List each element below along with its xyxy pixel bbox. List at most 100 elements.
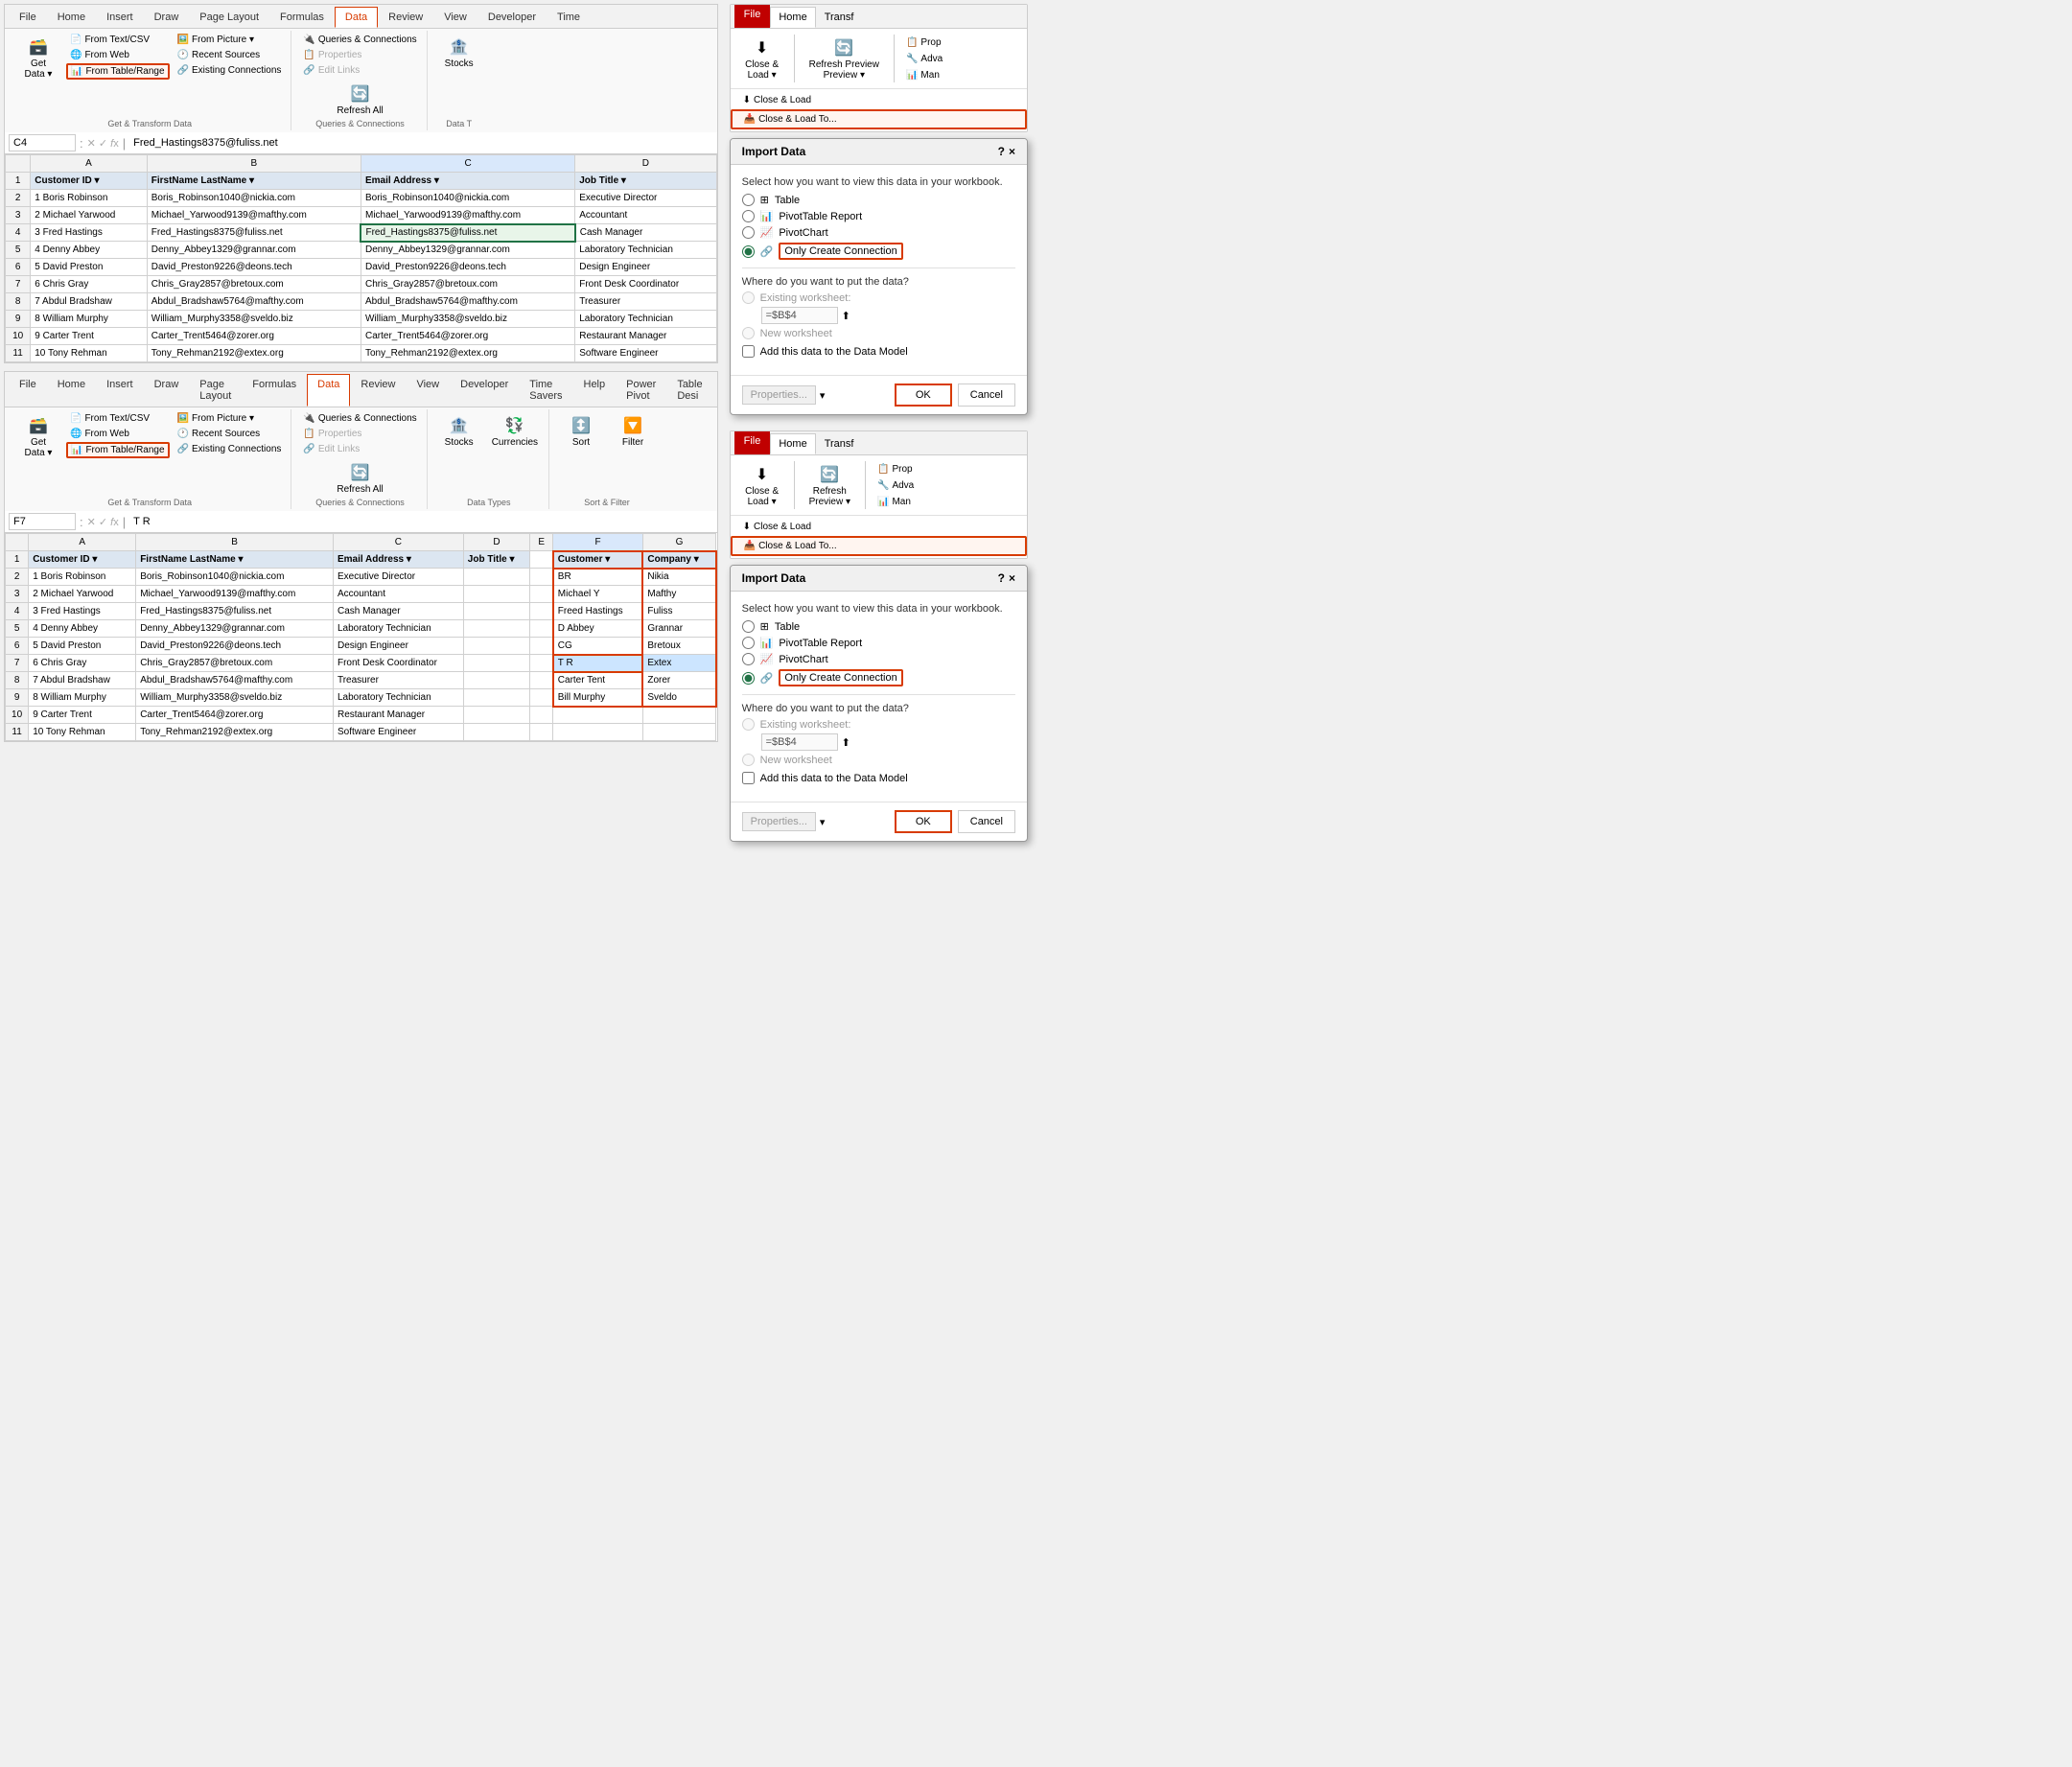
tab-insert-bot[interactable]: Insert <box>96 374 144 407</box>
cancel-button-top[interactable]: Cancel <box>958 384 1015 407</box>
col-c-bot[interactable]: C <box>333 534 463 551</box>
col-c-top[interactable]: C <box>361 155 574 173</box>
col-e-bot[interactable]: E <box>530 534 553 551</box>
col-a-bot[interactable]: A <box>29 534 136 551</box>
man-btn-bot[interactable]: 📊 Man <box>873 495 918 509</box>
existing-connections-top-button[interactable]: 🔗 Existing Connections <box>174 63 286 78</box>
radio-table-bot[interactable] <box>742 620 755 633</box>
radio-connection-top[interactable] <box>742 245 755 258</box>
existing-connections-bot[interactable]: 🔗 Existing Connections <box>174 442 286 456</box>
get-data-button-bot[interactable]: 🗃️ Get Data ▾ <box>14 411 62 461</box>
tab-home-bot[interactable]: Home <box>47 374 96 407</box>
tab-review[interactable]: Review <box>378 7 433 28</box>
get-data-button[interactable]: 🗃️ Get Data ▾ <box>14 33 62 82</box>
pq-transf-tab-top[interactable]: Transf <box>816 7 863 28</box>
queries-connections-button[interactable]: 🔌 Queries & Connections <box>299 33 420 47</box>
tab-file-bot[interactable]: File <box>9 374 47 407</box>
radio-table-top[interactable] <box>742 194 755 206</box>
from-picture-bot[interactable]: 🖼️ From Picture ▾ <box>174 411 286 426</box>
tab-review-bot[interactable]: Review <box>350 374 406 407</box>
prop-btn-bot[interactable]: 📋 Prop <box>873 462 918 477</box>
tab-developer-bot[interactable]: Developer <box>450 374 519 407</box>
tab-timesavers[interactable]: Time Savers <box>519 374 572 407</box>
col-d-bot[interactable]: D <box>463 534 529 551</box>
tab-data-bot[interactable]: Data <box>307 374 350 407</box>
option-table-top[interactable]: ⊞ Table <box>742 194 1015 206</box>
tab-view[interactable]: View <box>433 7 477 28</box>
option-pivotchart-bot[interactable]: 📈 PivotChart <box>742 653 1015 665</box>
radio-connection-bot[interactable] <box>742 672 755 685</box>
tab-time[interactable]: Time <box>547 7 591 28</box>
close-load-to-bot[interactable]: 📥 Close & Load To... <box>731 536 1027 556</box>
adva-btn-bot[interactable]: 🔧 Adva <box>873 478 918 493</box>
properties-button-bot[interactable]: 📋 Properties <box>299 427 420 441</box>
man-btn-top[interactable]: 📊 Man <box>902 68 946 82</box>
tab-pagelayout[interactable]: Page Layout <box>189 7 269 28</box>
recent-sources-button[interactable]: 🕐 Recent Sources <box>174 48 286 62</box>
tab-home[interactable]: Home <box>47 7 96 28</box>
queries-connections-bot[interactable]: 🔌 Queries & Connections <box>299 411 420 426</box>
refresh-all-button-bot[interactable]: 🔄 Refresh All <box>332 458 387 498</box>
refresh-preview-button-bot[interactable]: 🔄 Refresh Preview ▾ <box>803 459 857 511</box>
sort-btn[interactable]: ↕️ Sort <box>557 411 605 451</box>
option-connection-bot[interactable]: 🔗 Only Create Connection <box>742 669 1015 686</box>
option-connection-top[interactable]: 🔗 Only Create Connection <box>742 243 1015 260</box>
refresh-preview-button-top[interactable]: 🔄 Refresh Preview Preview ▾ <box>803 33 886 84</box>
radio-pivotchart-top[interactable] <box>742 226 755 239</box>
close-load-to-top[interactable]: 📥 Close & Load To... <box>731 109 1027 129</box>
pq-file-tab-top[interactable]: File <box>734 5 771 28</box>
close-load-button-bot[interactable]: ⬇ Close & Load ▾ <box>738 459 786 511</box>
col-a-top[interactable]: A <box>31 155 148 173</box>
dialog-close-top[interactable]: × <box>1009 145 1015 158</box>
col-g-bot[interactable]: G <box>642 534 715 551</box>
cell-ref-top[interactable] <box>9 134 76 151</box>
properties-btn-bot[interactable]: Properties... <box>742 812 816 831</box>
tab-view-bot[interactable]: View <box>406 374 450 407</box>
from-table-range-bot[interactable]: 📊 From Table/Range <box>66 442 170 458</box>
tab-powerpivot[interactable]: Power Pivot <box>616 374 666 407</box>
from-picture-button[interactable]: 🖼️ From Picture ▾ <box>174 33 286 47</box>
cell-ref-bottom[interactable] <box>9 513 76 530</box>
ok-button-top[interactable]: OK <box>895 384 952 407</box>
option-pivotchart-top[interactable]: 📈 PivotChart <box>742 226 1015 239</box>
tab-draw-bot[interactable]: Draw <box>144 374 190 407</box>
option-pivottable-bot[interactable]: 📊 PivotTable Report <box>742 637 1015 649</box>
tab-developer[interactable]: Developer <box>477 7 547 28</box>
properties-btn-top[interactable]: Properties... <box>742 385 816 405</box>
ok-button-bot[interactable]: OK <box>895 810 952 833</box>
col-d-top[interactable]: D <box>575 155 716 173</box>
tab-formulas-bot[interactable]: Formulas <box>242 374 307 407</box>
checkbox-datamodel-top[interactable] <box>742 345 755 358</box>
option-pivottable-top[interactable]: 📊 PivotTable Report <box>742 210 1015 222</box>
pq-transf-tab-bot[interactable]: Transf <box>816 433 863 454</box>
tab-data-top[interactable]: Data <box>335 7 378 28</box>
radio-pivottable-bot[interactable] <box>742 637 755 649</box>
edit-links-button[interactable]: 🔗 Edit Links <box>299 63 420 78</box>
close-load-plain-top[interactable]: ⬇ Close & Load <box>731 91 1027 109</box>
filter-btn[interactable]: 🔽 Filter <box>609 411 657 451</box>
formula-input-top[interactable] <box>129 135 712 151</box>
properties-button-top[interactable]: 📋 Properties <box>299 48 420 62</box>
col-f-bot[interactable]: F <box>553 534 643 551</box>
from-web-button[interactable]: 🌐 From Web <box>66 48 170 62</box>
radio-pivottable-top[interactable] <box>742 210 755 222</box>
recent-sources-bot[interactable]: 🕐 Recent Sources <box>174 427 286 441</box>
option-table-bot[interactable]: ⊞ Table <box>742 620 1015 633</box>
edit-links-bot[interactable]: 🔗 Edit Links <box>299 442 420 456</box>
tab-file[interactable]: File <box>9 7 47 28</box>
close-load-plain-bot[interactable]: ⬇ Close & Load <box>731 518 1027 536</box>
cancel-button-bot[interactable]: Cancel <box>958 810 1015 833</box>
dialog-question-top[interactable]: ? <box>998 145 1005 158</box>
tab-help[interactable]: Help <box>573 374 617 407</box>
tab-tabledesign[interactable]: Table Desi <box>666 374 712 407</box>
checkbox-datamodel-bot[interactable] <box>742 772 755 784</box>
from-text-csv-button[interactable]: 📄 From Text/CSV <box>66 33 170 47</box>
tab-insert[interactable]: Insert <box>96 7 144 28</box>
adva-btn-top[interactable]: 🔧 Adva <box>902 52 946 66</box>
from-text-csv-bot[interactable]: 📄 From Text/CSV <box>66 411 170 426</box>
dialog-close-bot[interactable]: × <box>1009 571 1015 585</box>
dialog-question-bot[interactable]: ? <box>998 571 1005 585</box>
from-web-bot[interactable]: 🌐 From Web <box>66 427 170 441</box>
from-table-range-button[interactable]: 📊 From Table/Range <box>66 63 170 80</box>
pq-home-tab-top[interactable]: Home <box>770 7 815 28</box>
